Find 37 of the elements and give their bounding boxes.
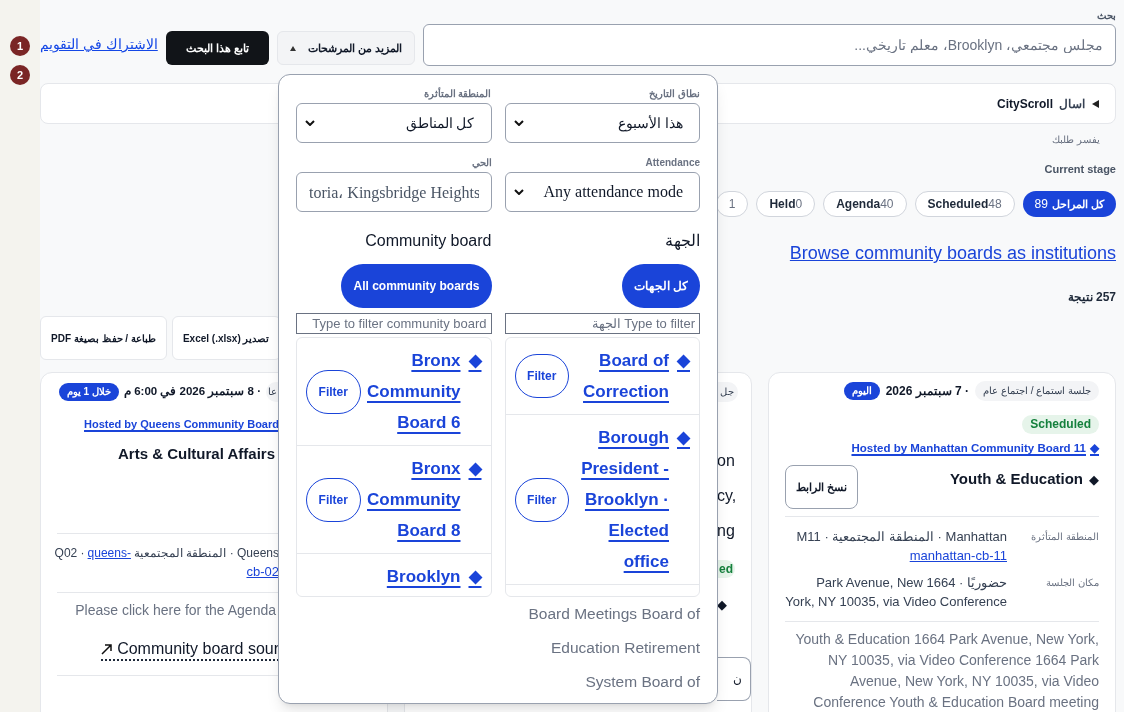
field-label: المنطقة المتأثرة	[422, 88, 492, 100]
detail-value: المنطقة المجتمعية · Queens	[133, 545, 279, 562]
step-marker: 1	[10, 36, 30, 56]
diamond-marker: ◆	[717, 596, 727, 614]
field-label: Attendance	[644, 157, 700, 169]
meeting-type-tag: جل	[717, 382, 738, 402]
meeting-description: Youth & Education 1664 Park Avenue, New York, NY 10035, via Video Conference 1664 Park Avenue, New York, NY 10035, via Video Conference Youth & Education Board meeting	[794, 630, 1099, 712]
detail-value: حضوريًا · 1664 Park Avenue, New York, NY 10035, via Video Conference	[785, 574, 1007, 612]
detail-label: مكان الجلسة	[1045, 576, 1099, 591]
result-count: 257 نتيجة	[1067, 289, 1116, 305]
card-title: Youth & Education	[949, 469, 1083, 490]
meeting-date: · 7 سبتمبر 2026	[885, 383, 970, 400]
meeting-type-tag: جلسة استماع / اجتماع عام	[975, 381, 1099, 401]
diamond-marker: ◆	[1089, 470, 1099, 489]
description-text: on	[717, 451, 735, 471]
filter-heading: Community board	[365, 231, 492, 251]
agenda-note: Please click here for the Agenda	[75, 600, 276, 620]
detail-label: المنطقة المتأثرة	[1030, 529, 1099, 545]
brand-name: CityScroll	[997, 95, 1053, 113]
assistant-label: اسال	[1059, 95, 1085, 113]
today-badge: اليوم	[843, 382, 880, 400]
field-label: نطاق التاريخ	[648, 88, 700, 100]
filter-heading: الجهة	[665, 231, 700, 252]
soon-badge: خلال 1 يوم	[58, 383, 119, 401]
search-label: بحث	[1096, 9, 1116, 23]
status-badge: Scheduled	[1022, 415, 1099, 434]
detail-value: Manhattan · المنطقة المجتمعية · M11	[796, 528, 1007, 547]
description-text: cy,	[717, 486, 737, 506]
card-title: Arts & Cultural Affairs	[118, 443, 275, 464]
field-label: الحي	[470, 157, 492, 169]
description-text: ng	[717, 521, 735, 541]
detail-value: Q02 ·	[54, 545, 85, 562]
meeting-date: · 8 سبتمبر 2026 في 6:00 م	[123, 384, 261, 401]
step-marker: 2	[10, 65, 30, 85]
hint-text: يفسر طلبك	[1052, 134, 1101, 146]
stage-label: Current stage	[1044, 163, 1116, 175]
overflow-text: Board Meetings Board of Education Retirement System Board of	[527, 604, 700, 692]
